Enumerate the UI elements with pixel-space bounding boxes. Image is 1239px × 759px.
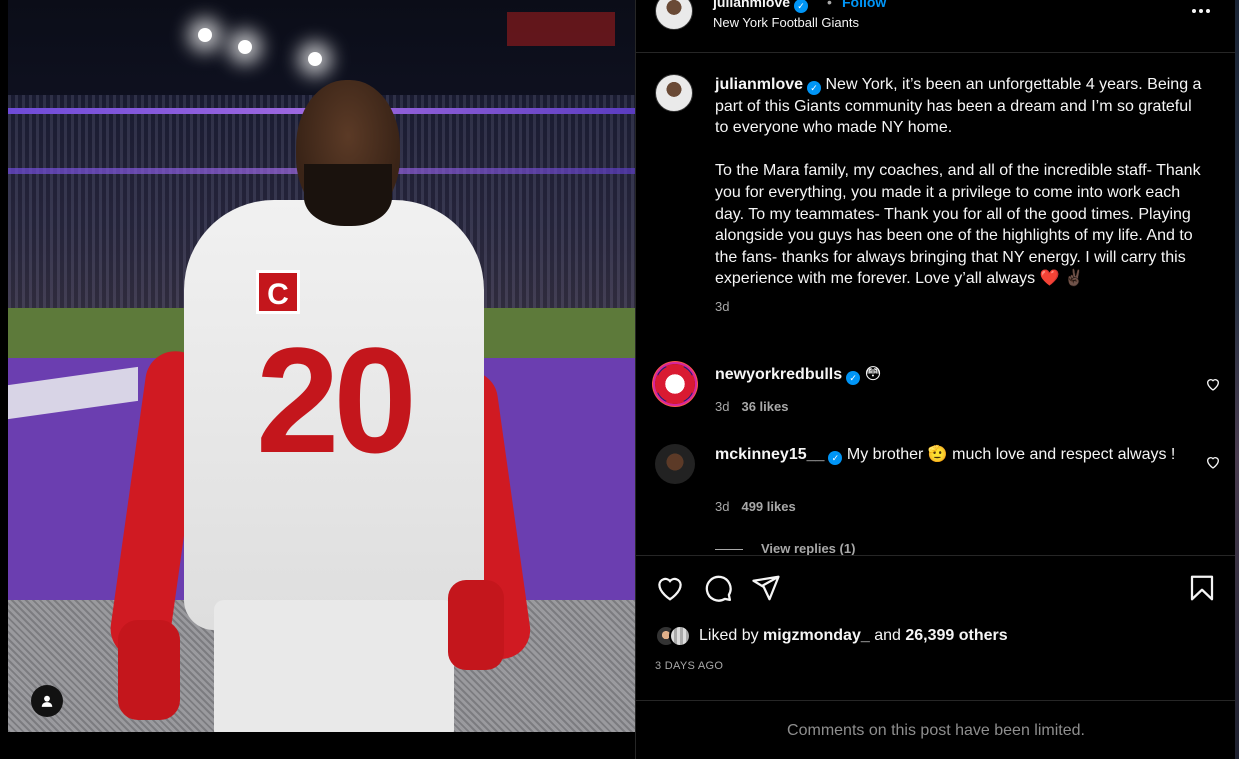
likes-summary: Liked by migzmonday_ and 26,399 others (655, 623, 1008, 649)
caption-paragraph: julianmlove ✓ New York, it’s been an unfo… (715, 74, 1205, 290)
likes-connector: and (874, 627, 901, 644)
verified-badge-icon: ✓ (807, 81, 822, 95)
separator-dot: • (827, 0, 832, 10)
comment-likes-count[interactable]: 499 likes (741, 499, 795, 514)
follow-button[interactable]: Follow (842, 0, 886, 10)
comment-meta: 3d 36 likes (715, 399, 788, 414)
verified-badge-icon: ✓ (846, 371, 861, 385)
comments-scroll-area[interactable]: julianmlove ✓ New York, it’s been an unfo… (636, 54, 1236, 555)
tagged-users-button[interactable] (31, 685, 63, 717)
more-dot-icon (1192, 9, 1196, 13)
comment-time[interactable]: 3d (715, 499, 729, 514)
likes-prefix: Liked by (699, 627, 759, 644)
comment-time[interactable]: 3d (715, 399, 729, 414)
player-right-glove (448, 580, 504, 670)
caption-emoji: ❤️ ✌🏿 (1039, 270, 1084, 288)
save-bookmark-icon[interactable] (1187, 573, 1217, 603)
comment-body: mckinney15__ ✓ My brother 🫡 much love and… (715, 444, 1185, 466)
captain-patch: C (256, 270, 300, 314)
author-subtitle[interactable]: New York Football Giants (713, 15, 859, 30)
liker-username[interactable]: migzmonday_ (763, 627, 870, 644)
post-photo[interactable]: C 20 (8, 0, 635, 732)
comment-text: My brother 🫡 much love and respect alway… (846, 446, 1176, 463)
caption-text: New York, it’s been an unforgettable 4 y… (715, 76, 1202, 288)
share-paper-plane-icon[interactable] (751, 573, 781, 603)
comment-meta: 3d 499 likes (715, 499, 796, 514)
comments-limited-notice: Comments on this post have been limited. (787, 722, 1085, 739)
comment-likes-count[interactable]: 36 likes (741, 399, 788, 414)
view-replies-button[interactable]: View replies (1) (715, 541, 855, 555)
comment-bubble-icon[interactable] (703, 573, 733, 603)
post-side-panel: julianmlove ✓ • Follow New York Football … (635, 0, 1236, 759)
post-actions: Liked by migzmonday_ and 26,399 others 3… (636, 555, 1236, 701)
stadium-ad-board (507, 12, 615, 46)
more-dot-icon (1206, 9, 1210, 13)
player-pants (214, 600, 454, 732)
caption-time[interactable]: 3d (715, 296, 1205, 318)
caption-body: julianmlove ✓ New York, it’s been an unfo… (715, 74, 1205, 318)
player-figure: C 20 (106, 80, 538, 732)
stadium-light (308, 52, 322, 66)
more-options-button[interactable] (1190, 0, 1212, 22)
author-avatar[interactable] (655, 0, 693, 30)
commenter-avatar[interactable] (655, 444, 695, 484)
author-username-text[interactable]: julianmlove (713, 0, 790, 10)
commenter-avatar[interactable] (655, 364, 695, 404)
comment-username[interactable]: mckinney15__ (715, 446, 824, 463)
more-dot-icon (1199, 9, 1203, 13)
likes-text: Liked by migzmonday_ and 26,399 others (699, 627, 1008, 645)
liker-avatar (669, 625, 691, 647)
post-header: julianmlove ✓ • Follow New York Football … (636, 0, 1236, 53)
caption-avatar[interactable] (655, 74, 693, 112)
post-timestamp[interactable]: 3 DAYS AGO (655, 660, 723, 672)
like-heart-icon[interactable] (655, 573, 685, 603)
stadium-light (238, 40, 252, 54)
verified-badge-icon: ✓ (794, 0, 809, 13)
player-beard (304, 164, 392, 226)
player-left-glove (118, 620, 180, 720)
background-page-edge (1235, 0, 1239, 759)
author-username[interactable]: julianmlove ✓ (713, 0, 809, 13)
caption-username[interactable]: julianmlove (715, 76, 803, 93)
stadium-light (198, 28, 212, 42)
likes-others-count[interactable]: 26,399 others (905, 627, 1007, 644)
jersey-number: 20 (256, 316, 417, 484)
comment-like-heart-icon[interactable] (1205, 376, 1221, 392)
comment-body: newyorkredbulls ✓ 😳 (715, 364, 1185, 386)
comment-like-heart-icon[interactable] (1205, 454, 1221, 470)
replies-divider-line (715, 549, 743, 551)
comment-username[interactable]: newyorkredbulls (715, 366, 842, 383)
user-icon (41, 695, 53, 707)
verified-badge-icon: ✓ (828, 451, 843, 465)
view-replies-label[interactable]: View replies (1) (761, 541, 855, 555)
comment-text: 😳 (864, 366, 882, 383)
